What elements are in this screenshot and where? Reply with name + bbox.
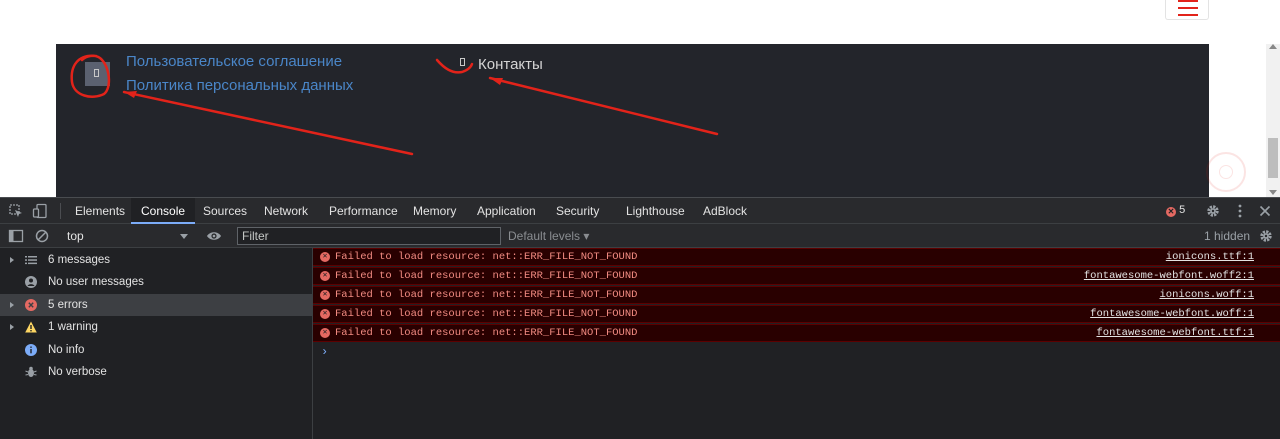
error-source-link[interactable]: ionicons.ttf:1	[1166, 249, 1254, 266]
sidebar-toggle-icon[interactable]	[8, 228, 24, 244]
tab-console[interactable]: Console	[131, 198, 196, 224]
devtools-tab-bar: Elements Console Sources Network Perform…	[0, 197, 1280, 224]
console-error-row: ✕ Failed to load resource: net::ERR_FILE…	[313, 248, 1280, 266]
tab-elements[interactable]: Elements	[65, 198, 135, 224]
sidebar-item-label: 6 messages	[48, 254, 111, 266]
console-error-row: ✕ Failed to load resource: net::ERR_FILE…	[313, 267, 1280, 285]
context-value: top	[67, 229, 84, 243]
log-levels-dropdown[interactable]: Default levels ▾	[508, 228, 589, 244]
console-messages: ✕ Failed to load resource: net::ERR_FILE…	[313, 248, 1280, 439]
error-source-link[interactable]: fontawesome-webfont.woff2:1	[1084, 268, 1254, 285]
chevron-down-icon	[180, 234, 188, 239]
tab-security[interactable]: Security	[546, 198, 609, 224]
sidebar-item-label: 1 warning	[48, 321, 98, 333]
console-settings-gear-icon[interactable]	[1258, 228, 1274, 244]
footer-link-privacy-policy[interactable]: Политика персональных данных	[126, 77, 353, 94]
sidebar-item-verbose[interactable]: No verbose	[0, 361, 312, 383]
device-toolbar-icon[interactable]	[32, 203, 48, 219]
console-error-row: ✕ Failed to load resource: net::ERR_FILE…	[313, 286, 1280, 304]
broken-icon-box	[85, 62, 110, 86]
gear-icon[interactable]	[1205, 203, 1221, 219]
sidebar-item-errors[interactable]: 5 errors	[0, 294, 312, 316]
user-icon	[25, 276, 37, 288]
error-message: Failed to load resource: net::ERR_FILE_N…	[335, 327, 638, 339]
missing-glyph-icon	[460, 58, 465, 66]
filter-input[interactable]	[237, 227, 501, 245]
inspect-element-icon[interactable]	[8, 203, 24, 219]
expand-arrow-icon[interactable]	[10, 257, 14, 263]
error-icon: ✕	[320, 271, 330, 281]
sidebar-item-label: No info	[48, 344, 85, 356]
sidebar-item-label: 5 errors	[48, 299, 88, 311]
warning-icon	[25, 321, 37, 333]
sidebar-item-messages[interactable]: 6 messages	[0, 249, 312, 271]
tab-network[interactable]: Network	[254, 198, 318, 224]
info-icon	[25, 344, 37, 356]
menu-button[interactable]	[1165, 0, 1209, 20]
tab-lighthouse[interactable]: Lighthouse	[616, 198, 695, 224]
console-error-row: ✕ Failed to load resource: net::ERR_FILE…	[313, 324, 1280, 342]
error-icon: ✕	[320, 290, 330, 300]
scroll-down-arrow-icon[interactable]	[1269, 190, 1277, 195]
expand-arrow-icon[interactable]	[10, 302, 14, 308]
error-source-link[interactable]: ionicons.woff:1	[1159, 287, 1254, 304]
eye-icon[interactable]	[206, 228, 222, 244]
error-message: Failed to load resource: net::ERR_FILE_N…	[335, 270, 638, 282]
tab-performance[interactable]: Performance	[319, 198, 408, 224]
console-error-row: ✕ Failed to load resource: net::ERR_FILE…	[313, 305, 1280, 323]
error-icon: ✕	[320, 309, 330, 319]
error-icon	[25, 299, 37, 311]
console-prompt[interactable]: ›	[321, 345, 328, 359]
footer-link-user-agreement[interactable]: Пользовательское соглашение	[126, 53, 342, 70]
footer-link-contacts[interactable]: Контакты	[478, 56, 543, 73]
error-icon: ✕	[320, 328, 330, 338]
error-icon: ✕	[320, 252, 330, 262]
error-count: 5	[1179, 204, 1186, 216]
scrollbar-thumb[interactable]	[1268, 138, 1278, 178]
tab-memory[interactable]: Memory	[403, 198, 466, 224]
page-margin-left	[0, 44, 56, 197]
sidebar-item-user-messages[interactable]: No user messages	[0, 271, 312, 293]
error-source-link[interactable]: fontawesome-webfont.woff:1	[1090, 306, 1254, 323]
back-to-top-icon	[1219, 165, 1233, 179]
page-scrollbar[interactable]	[1266, 44, 1280, 197]
sidebar-item-label: No user messages	[48, 276, 144, 288]
scroll-up-arrow-icon[interactable]	[1269, 44, 1277, 49]
sidebar-item-info[interactable]: No info	[0, 339, 312, 361]
error-message: Failed to load resource: net::ERR_FILE_N…	[335, 289, 638, 301]
devtools-panel: Elements Console Sources Network Perform…	[0, 197, 1280, 439]
hidden-messages-count: 1 hidden	[1204, 229, 1251, 243]
error-count-badge[interactable]: ✕ 5	[1166, 204, 1185, 218]
tab-adblock[interactable]: AdBlock	[693, 198, 757, 224]
close-icon[interactable]	[1257, 203, 1273, 219]
site-header	[0, 0, 1280, 44]
sidebar-item-label: No verbose	[48, 366, 107, 378]
kebab-menu-icon[interactable]	[1232, 203, 1248, 219]
clear-console-icon[interactable]	[34, 228, 50, 244]
tab-sources[interactable]: Sources	[193, 198, 257, 224]
missing-glyph-icon	[94, 69, 99, 77]
back-to-top-button[interactable]	[1206, 152, 1246, 192]
error-icon: ✕	[1166, 207, 1176, 217]
context-selector[interactable]: top	[60, 227, 192, 245]
console-sidebar: 6 messages No user messages 5 errors 1 w…	[0, 248, 313, 439]
error-message: Failed to load resource: net::ERR_FILE_N…	[335, 251, 638, 263]
error-message: Failed to load resource: net::ERR_FILE_N…	[335, 308, 638, 320]
bug-icon	[25, 366, 37, 377]
tab-application[interactable]: Application	[467, 198, 546, 224]
sidebar-item-warnings[interactable]: 1 warning	[0, 316, 312, 338]
error-source-link[interactable]: fontawesome-webfont.ttf:1	[1096, 325, 1254, 342]
list-icon	[25, 256, 37, 265]
expand-arrow-icon[interactable]	[10, 324, 14, 330]
toolbar-divider	[60, 203, 61, 219]
console-filter-bar: top Default levels ▾ 1 hidden	[0, 224, 1280, 248]
